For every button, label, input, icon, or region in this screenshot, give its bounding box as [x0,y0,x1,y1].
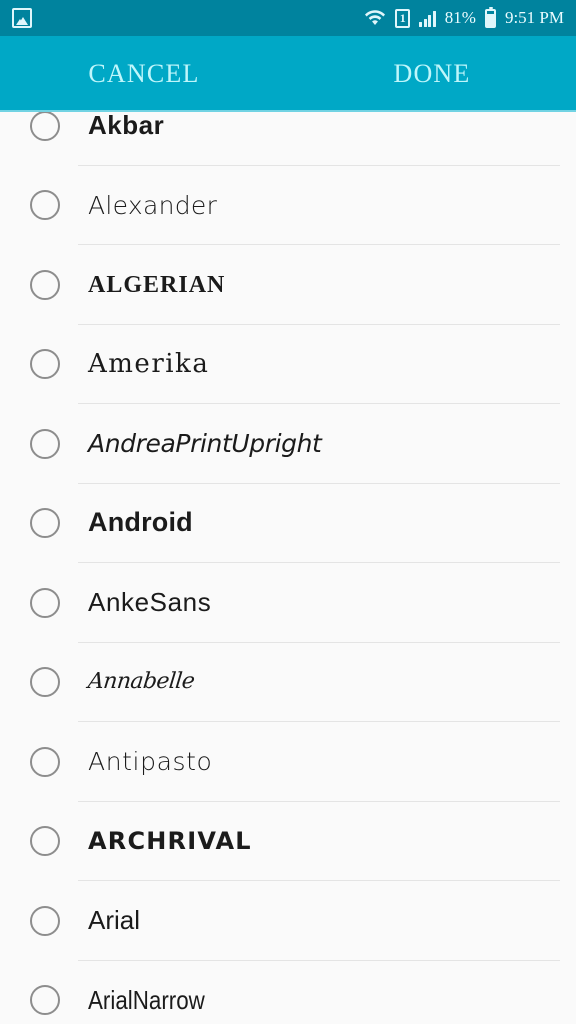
font-list-row[interactable]: Alexander [0,165,576,245]
font-list-row[interactable]: ArialNarrow [0,960,576,1024]
radio-button[interactable] [30,667,60,698]
font-name-label: Arial [88,905,141,936]
font-name-label: ALGERIAN [88,271,226,298]
font-name-label: Akbar [88,110,165,141]
radio-button[interactable] [30,508,60,539]
wifi-icon [364,7,386,30]
font-name-label: Antipasto [88,747,213,776]
radio-button[interactable] [30,110,60,141]
font-name-label: Annabelle [86,669,196,695]
font-name-label: Amerika [88,348,210,379]
radio-button[interactable] [30,269,60,300]
radio-button[interactable] [30,905,60,936]
font-list-row[interactable]: Annabelle [0,642,576,722]
sim-indicator: 1 [395,8,411,28]
radio-button[interactable] [30,428,60,459]
font-name-label: AndreaPrintUpright [88,429,322,458]
font-name-label: ARCHRIVAL [88,827,252,856]
cancel-button[interactable]: CANCEL [0,59,288,89]
signal-bars-icon [419,9,436,27]
screen-root: 1 81% 9:51 PM CANCEL DONE Akbar Alexander… [0,0,576,1024]
status-bar-left [12,8,32,28]
battery-icon [484,6,496,28]
status-bar: 1 81% 9:51 PM [0,0,576,36]
font-name-label: AnkeSans [88,587,212,618]
font-list-row[interactable]: AnkeSans [0,563,576,643]
font-list-row[interactable]: ARCHRIVAL [0,801,576,881]
font-list-row[interactable]: AndreaPrintUpright [0,404,576,484]
radio-button[interactable] [30,190,60,221]
font-list-row[interactable]: Amerika [0,324,576,404]
radio-button[interactable] [30,349,60,380]
status-clock: 9:51 PM [504,8,564,27]
font-list-row[interactable]: Arial [0,881,576,961]
radio-button[interactable] [30,746,60,777]
radio-button[interactable] [30,985,60,1016]
font-list[interactable]: Akbar Alexander ALGERIAN Amerika AndreaPrint… [0,86,576,1024]
font-name-label: ArialNarrow [88,984,205,1015]
status-bar-right: 1 81% 9:51 PM [364,6,564,30]
font-list-row[interactable]: Android [0,483,576,563]
done-button[interactable]: DONE [288,59,576,89]
action-bar: CANCEL DONE [0,36,576,112]
font-list-row[interactable]: ALGERIAN [0,245,576,325]
radio-button[interactable] [30,587,60,618]
font-name-label: Alexander [88,190,218,220]
font-list-row[interactable]: Antipasto [0,722,576,802]
font-name-label: Android [88,507,193,538]
radio-button[interactable] [30,826,60,857]
battery-percent-label: 81% [444,8,476,27]
gallery-image-icon [12,8,32,28]
